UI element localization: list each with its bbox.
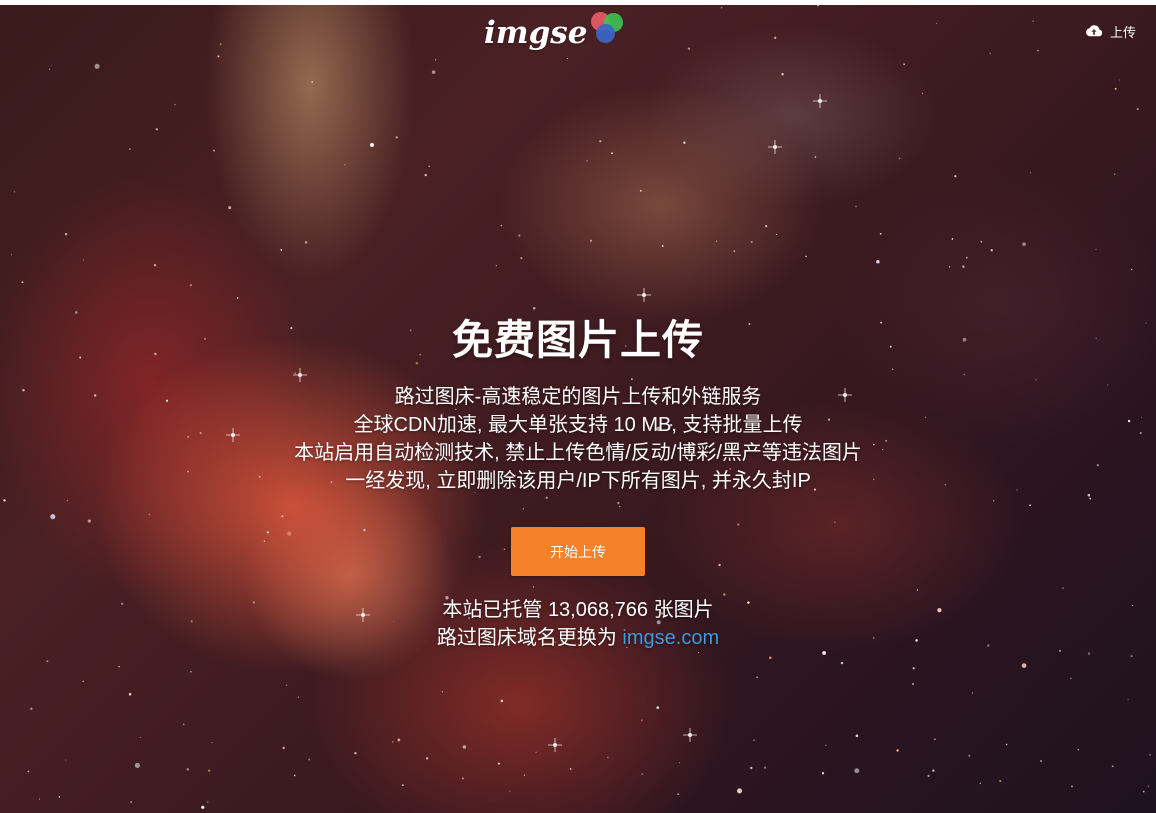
logo-text: imgse <box>484 14 588 51</box>
description-line: 全球CDN加速, 最大单张支持 10 MB, 支持批量上传 <box>353 414 803 436</box>
hero-description: 路过图床-高速稳定的图片上传和外链服务 全球CDN加速, 最大单张支持 10 M… <box>0 383 1156 495</box>
site-logo[interactable]: imgse <box>484 11 624 55</box>
domain-prefix: 路过图床域名更换为 <box>436 627 617 649</box>
hero-background: imgse 上传 免费图片上传 路过图床-高速稳定的图片上传和外链服务 全球CD… <box>0 5 1156 813</box>
stats-section: 本站已托管 13,068,766 张图片 路过图床域名更换为 imgse.com <box>0 596 1156 652</box>
page-title: 免费图片上传 <box>452 317 704 363</box>
description-line: 本站启用自动检测技术, 禁止上传色情/反动/博彩/黑产等违法图片 <box>294 442 862 464</box>
hosted-suffix: 张图片 <box>653 599 714 621</box>
cloud-upload-icon <box>1086 25 1103 37</box>
logo-circles-icon <box>589 12 624 46</box>
nav-upload-label: 上传 <box>1109 25 1136 41</box>
domain-link[interactable]: imgse.com <box>622 627 719 649</box>
hero-section: 免费图片上传 路过图床-高速稳定的图片上传和外链服务 全球CDN加速, 最大单张… <box>0 312 1156 652</box>
hosted-count: 13,068,766 <box>547 599 649 621</box>
description-line: 一经发现, 立即删除该用户/IP下所有图片, 并永久封IP <box>345 470 811 492</box>
description-line: 路过图床-高速稳定的图片上传和外链服务 <box>394 386 762 408</box>
hosted-prefix: 本站已托管 <box>442 599 543 621</box>
domain-change-line: 路过图床域名更换为 imgse.com <box>0 624 1156 652</box>
nav-upload-link[interactable]: 上传 <box>1085 21 1136 41</box>
start-upload-button[interactable]: 开始上传 <box>511 527 645 576</box>
hosted-count-line: 本站已托管 13,068,766 张图片 <box>0 596 1156 624</box>
